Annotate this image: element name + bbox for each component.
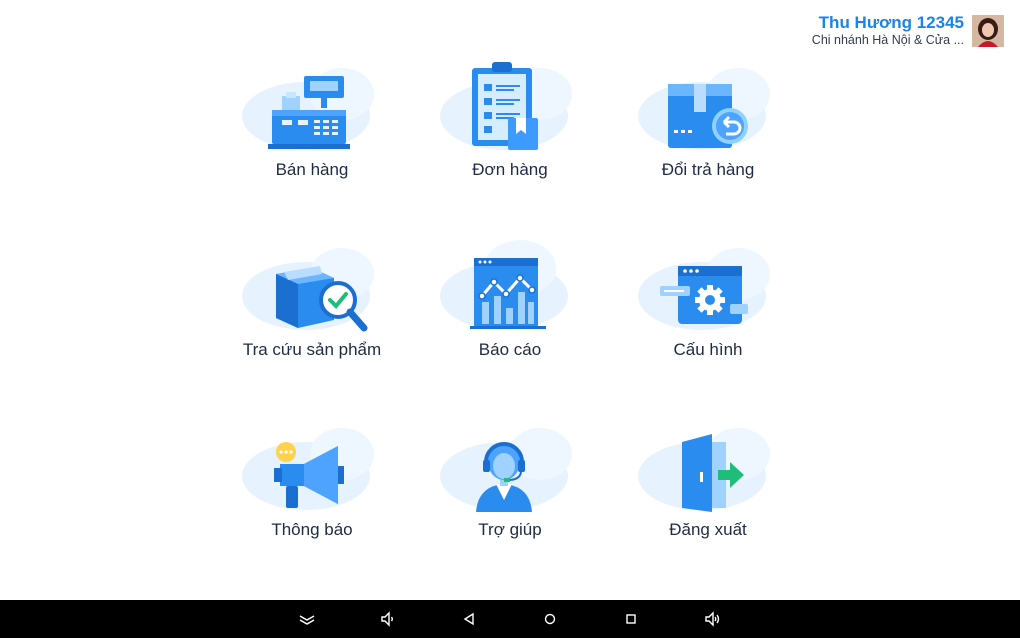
menu-label: Thông báo	[271, 520, 353, 539]
user-name: Thu Hương 12345	[818, 13, 964, 32]
menu-label: Tra cứu sản phẩm	[242, 340, 382, 359]
menu-label: Bán hàng	[275, 160, 349, 179]
menu-label: Đơn hàng	[472, 160, 548, 179]
support-agent-icon	[440, 428, 572, 512]
menu-tile-lookup[interactable]: Tra cứu sản phẩm	[213, 238, 411, 418]
user-info[interactable]: Thu Hương 12345 Chi nhánh Hà Nội & Cửa .…	[812, 13, 1004, 48]
volume-down-icon[interactable]	[378, 609, 398, 629]
system-nav-bar	[0, 600, 1020, 638]
home-icon[interactable]	[540, 609, 560, 629]
user-branch: Chi nhánh Hà Nội & Cửa ...	[811, 33, 964, 47]
recents-icon[interactable]	[621, 609, 641, 629]
menu-tile-reports[interactable]: Báo cáo	[411, 238, 609, 418]
menu-label: Đổi trả hàng	[661, 160, 755, 179]
report-chart-icon	[440, 240, 568, 330]
volume-up-icon[interactable]	[703, 609, 723, 629]
return-box-icon	[638, 68, 770, 150]
avatar[interactable]	[972, 14, 1004, 47]
menu-tile-notifications[interactable]: Thông báo	[213, 418, 411, 598]
megaphone-icon	[242, 428, 374, 510]
logout-door-icon	[638, 428, 770, 512]
user-text: Thu Hương 12345 Chi nhánh Hà Nội & Cửa .…	[812, 13, 964, 48]
main-menu-grid: Bán hàng Đơn hàng Đổi trả hàng Tra cứu s…	[213, 58, 807, 598]
menu-tile-settings[interactable]: Cấu hình	[609, 238, 807, 418]
menu-tile-logout[interactable]: Đăng xuất	[609, 418, 807, 598]
menu-label: Đăng xuất	[669, 520, 747, 539]
collapse-icon[interactable]	[297, 609, 317, 629]
back-icon[interactable]	[459, 609, 479, 629]
menu-label: Cấu hình	[673, 340, 743, 359]
menu-tile-returns[interactable]: Đổi trả hàng	[609, 58, 807, 238]
menu-label: Báo cáo	[478, 340, 542, 359]
menu-tile-sales[interactable]: Bán hàng	[213, 58, 411, 238]
menu-tile-help[interactable]: Trợ giúp	[411, 418, 609, 598]
menu-tile-orders[interactable]: Đơn hàng	[411, 58, 609, 238]
menu-label: Trợ giúp	[478, 520, 542, 539]
clipboard-icon	[440, 62, 572, 150]
app-root: Thu Hương 12345 Chi nhánh Hà Nội & Cửa .…	[0, 0, 1020, 638]
settings-gear-icon	[638, 248, 770, 330]
product-search-icon	[242, 248, 374, 332]
cash-register-icon	[242, 68, 374, 150]
